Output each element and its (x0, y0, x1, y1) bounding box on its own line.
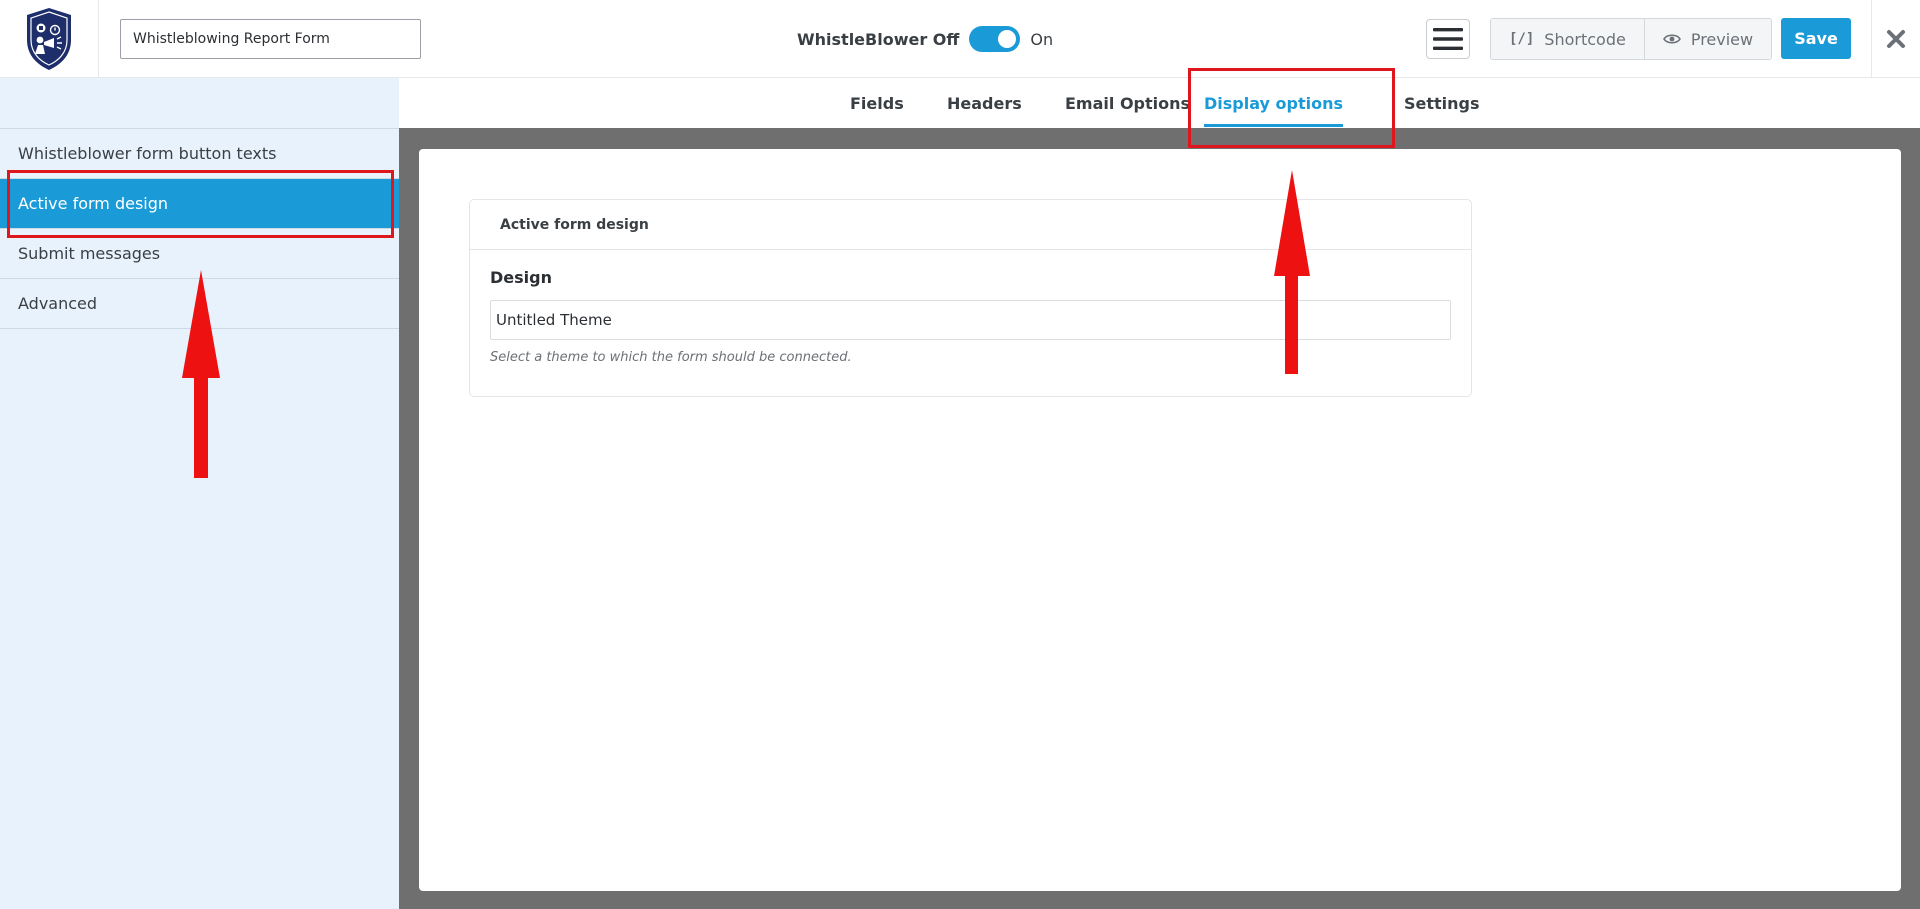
whistleblower-toggle-switch[interactable] (969, 26, 1021, 52)
shortcode-label: Shortcode (1544, 29, 1626, 49)
toggle-on-label: On (1030, 29, 1054, 49)
annotation-arrow-up-icon (182, 270, 220, 478)
tab-bar: Fields Headers Email Options Display opt… (399, 78, 1920, 128)
content-card: Active form design Design Untitled Theme… (419, 149, 1901, 891)
close-icon (1887, 30, 1905, 48)
design-field-label: Design (490, 268, 552, 287)
logo-cell (0, 0, 99, 78)
menu-button[interactable] (1426, 19, 1470, 59)
highlight-box-sidebar (7, 170, 394, 238)
toggle-off-label: WhistleBlower Off (797, 29, 960, 49)
panel-title: Active form design (470, 200, 1471, 250)
toggle-knob (998, 30, 1017, 48)
sidebar-item-label: Advanced (18, 294, 98, 313)
annotation-arrow-up-icon (1274, 170, 1310, 374)
save-button[interactable]: Save (1781, 18, 1851, 59)
sidebar-item-label: Submit messages (18, 244, 161, 263)
preview-button[interactable]: Preview (1643, 19, 1772, 59)
shortcode-icon: [/] (1509, 31, 1535, 47)
eye-icon (1662, 34, 1681, 44)
tab-email-options[interactable]: Email Options (1065, 78, 1190, 128)
whistleblower-toggle-group: WhistleBlower Off On (797, 24, 1053, 54)
shortcode-button[interactable]: [/] Shortcode (1491, 19, 1644, 59)
design-select-value: Untitled Theme (496, 311, 612, 329)
design-help-text: Select a theme to which the form should … (490, 350, 852, 365)
close-button[interactable] (1871, 0, 1920, 78)
top-bar: WhistleBlower Off On [/] Shortcode Previ… (0, 0, 1920, 78)
sidebar-item-label: Whistleblower form button texts (18, 144, 277, 163)
preview-label: Preview (1690, 29, 1754, 49)
shield-whistleblower-logo-icon (27, 8, 71, 70)
tab-fields[interactable]: Fields (850, 78, 904, 128)
highlight-box-tab (1188, 68, 1395, 148)
shortcode-preview-group: [/] Shortcode Preview (1490, 18, 1773, 60)
active-form-design-panel: Active form design Design Untitled Theme… (469, 199, 1472, 397)
hamburger-menu-icon (1433, 28, 1463, 50)
tab-settings[interactable]: Settings (1404, 78, 1480, 128)
main-area: Active form design Design Untitled Theme… (399, 128, 1920, 909)
form-title-input[interactable] (120, 19, 421, 59)
tab-headers[interactable]: Headers (947, 78, 1022, 128)
